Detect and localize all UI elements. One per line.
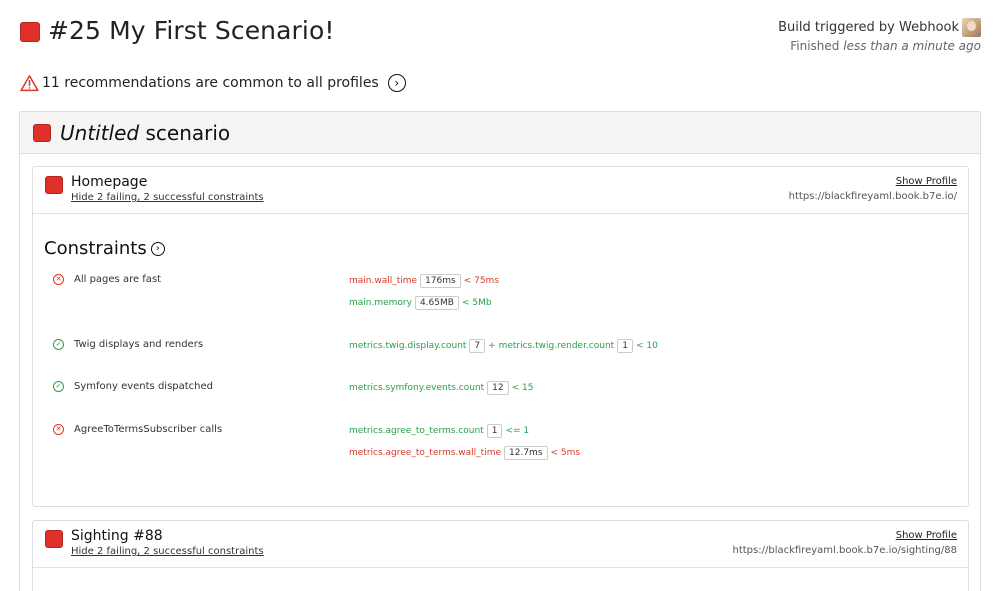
metric-threshold: < 75ms: [463, 276, 500, 286]
metric-value: 1: [486, 424, 503, 438]
avatar[interactable]: [962, 17, 981, 37]
profile-name: Sighting #88: [71, 528, 163, 544]
build-trigger-text: Build triggered by Webhook: [778, 19, 959, 35]
scenario-title: Untitled scenario: [60, 120, 231, 145]
metric-name: metrics.twig.render.count: [498, 341, 615, 351]
build-finished: Finished less than a minute ago: [790, 39, 981, 53]
metric-name: main.wall_time: [349, 276, 418, 286]
metric-name: metrics.agree_to_terms.count: [349, 426, 484, 436]
scenario-header: Untitled scenario: [20, 112, 980, 154]
x-circle-icon: ✕: [53, 274, 64, 285]
toggle-constraints-link[interactable]: Hide 2 failing, 2 successful constraints: [71, 546, 264, 557]
assertion: metrics.symfony.events.count 12 < 15: [349, 381, 533, 395]
warning-triangle-icon: [20, 75, 39, 92]
recommendations-banner: 11 recommendations are common to all pro…: [20, 74, 406, 92]
chevron-right-circle-icon[interactable]: ›: [150, 241, 165, 256]
metric-value: 176ms: [420, 274, 461, 288]
recommendations-text: 11 recommendations are common to all pro…: [42, 75, 379, 91]
check-circle-icon: ✓: [53, 339, 64, 350]
metric-name: metrics.agree_to_terms.wall_time: [349, 448, 502, 458]
show-profile-link[interactable]: Show Profile: [896, 530, 957, 541]
page-title: #25 My First Scenario!: [48, 16, 335, 45]
metric-name: main.memory: [349, 298, 412, 308]
chevron-right-circle-icon[interactable]: ›: [387, 74, 406, 92]
metric-operator: +: [488, 341, 496, 351]
constraint-row: ✕ All pages are fast: [53, 274, 161, 285]
constraint-row: ✓ Twig displays and renders: [53, 339, 203, 350]
profile-card-sighting: Sighting #88 Hide 2 failing, 2 successfu…: [32, 520, 969, 591]
metric-threshold: < 15: [511, 383, 534, 393]
build-info: Build triggered by Webhook Finished less…: [778, 17, 981, 53]
metric-threshold: < 5ms: [550, 448, 581, 458]
toggle-constraints-link[interactable]: Hide 2 failing, 2 successful constraints: [71, 192, 264, 203]
assertion: main.wall_time 176ms < 75ms: [349, 274, 499, 288]
profile-header: Homepage Hide 2 failing, 2 successful co…: [33, 167, 968, 214]
metric-value: 7: [469, 339, 486, 353]
check-circle-icon: ✓: [53, 381, 64, 392]
constraint-label: Symfony events dispatched: [74, 381, 214, 392]
assertion: metrics.twig.display.count 7 + metrics.t…: [349, 339, 658, 353]
metric-threshold: < 5Mb: [461, 298, 492, 308]
profile-card-homepage: Homepage Hide 2 failing, 2 successful co…: [32, 166, 969, 507]
status-square-icon: [45, 530, 63, 548]
constraint-label: AgreeToTermsSubscriber calls: [74, 424, 223, 435]
assertion: metrics.agree_to_terms.wall_time 12.7ms …: [349, 446, 580, 460]
assertion: metrics.agree_to_terms.count 1 <= 1: [349, 424, 529, 438]
profile-url: https://blackfireyaml.book.b7e.io/: [788, 191, 957, 202]
metric-value: 12: [487, 381, 509, 395]
profile-name: Homepage: [71, 174, 148, 190]
metric-value: 12.7ms: [504, 446, 548, 460]
status-square-icon: [45, 176, 63, 194]
constraint-label: Twig displays and renders: [74, 339, 204, 350]
metric-threshold: <= 1: [505, 426, 530, 436]
constraint-row: ✓ Symfony events dispatched: [53, 381, 213, 392]
status-square-icon: [20, 22, 40, 42]
status-square-icon: [33, 123, 51, 142]
show-profile-link[interactable]: Show Profile: [896, 176, 957, 187]
profile-url: https://blackfireyaml.book.b7e.io/sighti…: [732, 545, 958, 556]
constraint-row: ✕ AgreeToTermsSubscriber calls: [53, 424, 222, 435]
metric-threshold: < 10: [635, 341, 658, 351]
metric-name: metrics.twig.display.count: [349, 341, 467, 351]
x-circle-icon: ✕: [53, 424, 64, 435]
build-header: #25 My First Scenario! Build triggered b…: [20, 16, 981, 53]
constraint-label: All pages are fast: [74, 274, 162, 285]
assertion: main.memory 4.65MB < 5Mb: [349, 296, 492, 310]
metric-value: 1: [617, 339, 633, 353]
scenario-panel: Untitled scenario Homepage Hide 2 failin…: [19, 111, 981, 591]
constraints-heading: Constraints ›: [44, 238, 165, 259]
metric-value: 4.65MB: [414, 296, 459, 310]
metric-name: metrics.symfony.events.count: [349, 383, 485, 393]
profile-header: Sighting #88 Hide 2 failing, 2 successfu…: [33, 521, 968, 568]
